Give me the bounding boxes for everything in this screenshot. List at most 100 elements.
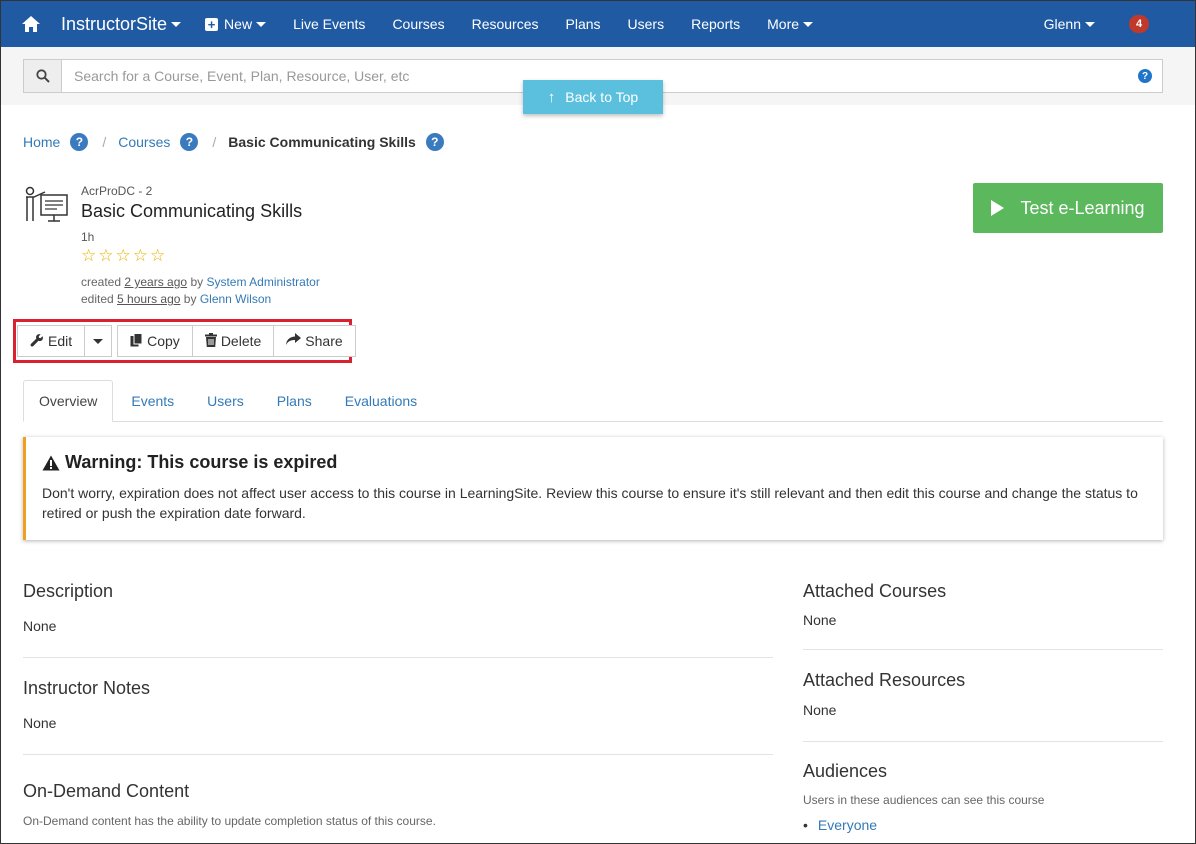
star-icon[interactable]: ☆ [150, 247, 165, 265]
attached-resources-value: None [803, 702, 837, 718]
breadcrumb-home[interactable]: Home [23, 134, 60, 150]
help-icon[interactable]: ? [70, 133, 89, 151]
on-demand-text: On-Demand content has the ability to upd… [23, 814, 436, 828]
attached-resources-title: Attached Resources [803, 670, 966, 690]
user-menu[interactable]: Glenn [1044, 16, 1095, 32]
star-icon[interactable]: ☆ [133, 247, 148, 265]
breadcrumb-separator: / [212, 134, 217, 150]
copy-label: Copy [147, 333, 180, 349]
star-icon[interactable]: ☆ [116, 247, 131, 265]
star-icon[interactable]: ☆ [81, 247, 96, 265]
more-label: More [767, 16, 800, 32]
chevron-down-icon [1085, 21, 1095, 27]
course-meta: AcrProDC - 2 Basic Communicating Skills … [81, 184, 320, 308]
action-toolbar: Edit Copy Delete Share [17, 325, 356, 357]
breadcrumb-current: Basic Communicating Skills [228, 134, 416, 150]
attached-courses-section: Attached Courses None [803, 581, 1163, 650]
search-icon[interactable] [24, 60, 62, 92]
attached-courses-title: Attached Courses [803, 581, 947, 601]
course-code: AcrProDC - 2 [81, 184, 153, 198]
created-time: 2 years ago [124, 275, 188, 289]
edit-dropdown-toggle[interactable] [85, 325, 113, 357]
new-label: New [224, 16, 253, 32]
notification-badge[interactable]: 4 [1129, 15, 1149, 33]
on-demand-title: On-Demand Content [23, 781, 190, 801]
nav-plans[interactable]: Plans [566, 16, 601, 32]
tab-bar: Overview Events Users Plans Evaluations [23, 380, 1163, 422]
copy-icon [130, 332, 143, 350]
delete-button[interactable]: Delete [192, 325, 275, 357]
description-title: Description [23, 581, 114, 601]
share-label: Share [305, 333, 343, 349]
nav-live-events[interactable]: Live Events [293, 16, 365, 32]
course-duration: 1h [81, 230, 95, 244]
created-prefix: created [81, 275, 122, 289]
star-rating[interactable]: ☆ ☆ ☆ ☆ ☆ [81, 247, 320, 265]
play-icon [991, 200, 1005, 216]
created-by-link[interactable]: System Administrator [206, 275, 319, 289]
delete-label: Delete [220, 333, 262, 349]
help-icon[interactable]: ? [425, 133, 444, 151]
arrow-up-icon: ↑ [547, 88, 556, 106]
audience-list-item: • Everyone [803, 817, 1163, 833]
top-navbar: InstructorSite + New Live Events Courses… [1, 1, 1195, 47]
brand-label: InstructorSite [61, 13, 168, 34]
chevron-down-icon [171, 21, 182, 27]
tab-overview[interactable]: Overview [23, 380, 114, 422]
home-icon[interactable] [1, 15, 61, 33]
warning-title: Warning: This course is expired [65, 452, 338, 472]
edit-button[interactable]: Edit [17, 325, 86, 357]
audience-link[interactable]: Everyone [818, 817, 877, 833]
brand-menu[interactable]: InstructorSite [61, 13, 182, 35]
breadcrumb: Home ? / Courses ? / Basic Communicating… [23, 133, 444, 151]
star-icon[interactable]: ☆ [98, 247, 113, 265]
attached-resources-section: Attached Resources None [803, 650, 1163, 742]
back-to-top-button[interactable]: ↑ Back to Top [523, 80, 663, 114]
plus-icon: + [205, 17, 219, 31]
edited-by-link[interactable]: Glenn Wilson [200, 292, 271, 306]
back-to-top-label: Back to Top [565, 89, 639, 105]
breadcrumb-courses[interactable]: Courses [118, 134, 170, 150]
share-button[interactable]: Share [274, 325, 356, 357]
new-menu[interactable]: + New [205, 16, 267, 32]
instructor-notes-section: Instructor Notes None [23, 658, 773, 755]
expired-warning: Warning: This course is expired Don't wo… [23, 437, 1163, 540]
edit-label: Edit [48, 333, 73, 349]
edited-time: 5 hours ago [117, 292, 181, 306]
description-section: Description None [23, 581, 773, 658]
presentation-icon [23, 185, 71, 223]
description-value: None [23, 618, 57, 634]
audiences-text: Users in these audiences can see this co… [803, 793, 1045, 807]
audiences-title: Audiences [803, 761, 888, 781]
warning-body: Don't worry, expiration does not affect … [42, 485, 1138, 521]
nav-courses[interactable]: Courses [392, 16, 444, 32]
breadcrumb-separator: / [102, 134, 107, 150]
instructor-notes-title: Instructor Notes [23, 678, 151, 698]
bullet: • [803, 817, 808, 833]
help-icon[interactable]: ? [180, 133, 199, 151]
edited-prefix: edited [81, 292, 114, 306]
tab-plans[interactable]: Plans [262, 380, 327, 421]
test-elearning-button[interactable]: Test e-Learning [973, 183, 1163, 233]
created-by-prefix: by [190, 275, 204, 289]
course-title: Basic Communicating Skills [81, 201, 303, 221]
tab-users[interactable]: Users [192, 380, 259, 421]
audiences-section: Audiences Users in these audiences can s… [803, 742, 1163, 833]
chevron-down-icon [93, 338, 104, 344]
help-icon[interactable]: ? [1138, 69, 1152, 83]
copy-button[interactable]: Copy [117, 325, 193, 357]
nav-reports[interactable]: Reports [691, 16, 740, 32]
tab-evaluations[interactable]: Evaluations [330, 380, 432, 421]
created-info: created 2 years ago by System Administra… [81, 274, 320, 308]
wrench-icon [30, 333, 44, 350]
tab-events[interactable]: Events [116, 380, 189, 421]
chevron-down-icon [803, 21, 814, 27]
more-menu[interactable]: More [767, 16, 814, 32]
share-icon [286, 333, 302, 349]
chevron-down-icon [256, 21, 267, 27]
attached-courses-value: None [803, 612, 837, 628]
nav-resources[interactable]: Resources [472, 16, 539, 32]
on-demand-section: On-Demand Content On-Demand content has … [23, 755, 773, 828]
edited-by-prefix: by [183, 292, 197, 306]
nav-users[interactable]: Users [628, 16, 665, 32]
